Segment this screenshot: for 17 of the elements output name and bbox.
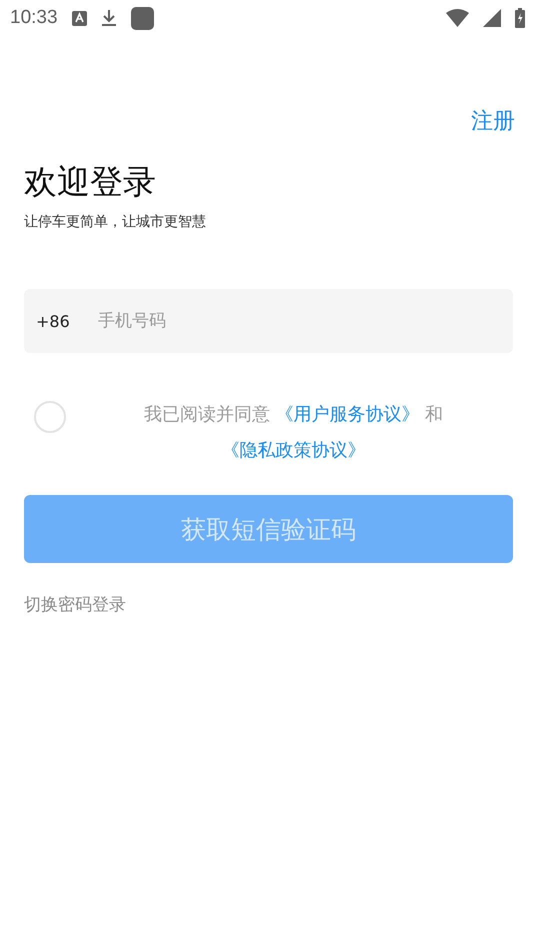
register-link[interactable]: 注册 [471, 106, 515, 136]
user-agreement-link[interactable]: 《用户服务协议》 [276, 404, 420, 425]
password-login-link[interactable]: 切换密码登录 [24, 593, 126, 616]
signal-icon [483, 9, 501, 27]
download-icon [100, 9, 117, 27]
wifi-icon [446, 9, 469, 27]
phone-field[interactable]: +86 手机号码 [24, 289, 513, 353]
status-time: 10:33 [10, 7, 58, 29]
country-code[interactable]: +86 [36, 312, 70, 330]
privacy-policy-link[interactable]: 《隐私政策协议》 [222, 440, 366, 461]
app-icon [130, 6, 154, 30]
phone-input[interactable]: 手机号码 [96, 310, 501, 332]
agreement-text: 我已阅读并同意 《用户服务协议》 和 《隐私政策协议》 [142, 403, 444, 463]
battery-icon [515, 8, 525, 28]
subtitle: 让停车更简单，让城市更智慧 [24, 213, 207, 231]
agreement-checkbox[interactable] [34, 401, 66, 433]
welcome-title: 欢迎登录 [24, 161, 157, 203]
